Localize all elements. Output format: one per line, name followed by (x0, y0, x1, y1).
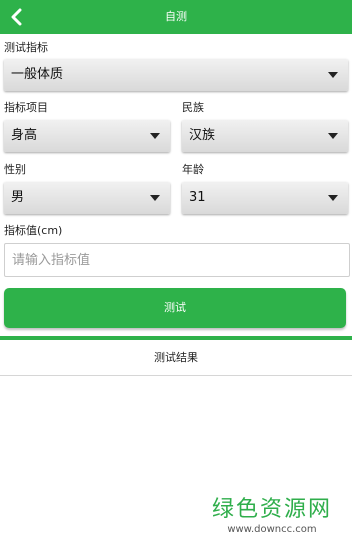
age-label: 年龄 (182, 163, 204, 176)
ethnicity-label: 民族 (182, 101, 204, 114)
watermark: 绿色资源网 www.downcc.com (212, 496, 332, 536)
gender-select[interactable]: 男 (4, 182, 170, 214)
indicator-value-label: 指标值(cm) (4, 224, 63, 237)
top-bar: 自测 (0, 0, 352, 34)
dropdown-arrow-icon (328, 72, 338, 78)
watermark-title: 绿色资源网 (211, 497, 332, 522)
watermark-url: www.downcc.com (227, 524, 317, 535)
age-value: 31 (189, 190, 206, 205)
indicator-label: 测试指标 (4, 41, 48, 54)
page-title: 自测 (165, 10, 187, 23)
gender-label: 性别 (4, 163, 26, 176)
dropdown-arrow-icon (150, 133, 160, 139)
item-label: 指标项目 (4, 101, 48, 114)
ethnicity-value: 汉族 (189, 128, 216, 143)
dropdown-arrow-icon (328, 133, 338, 139)
tab-test-results[interactable]: 测试结果 (0, 340, 352, 376)
indicator-value-input[interactable] (4, 243, 350, 277)
item-value: 身高 (11, 128, 38, 143)
gender-value: 男 (11, 190, 25, 205)
item-select[interactable]: 身高 (4, 120, 170, 152)
indicator-value: 一般体质 (11, 67, 64, 82)
ethnicity-select[interactable]: 汉族 (182, 120, 348, 152)
indicator-select[interactable]: 一般体质 (4, 59, 348, 91)
dropdown-arrow-icon (328, 195, 338, 201)
dropdown-arrow-icon (150, 195, 160, 201)
age-select[interactable]: 31 (182, 182, 348, 214)
test-button[interactable]: 测试 (4, 288, 346, 328)
